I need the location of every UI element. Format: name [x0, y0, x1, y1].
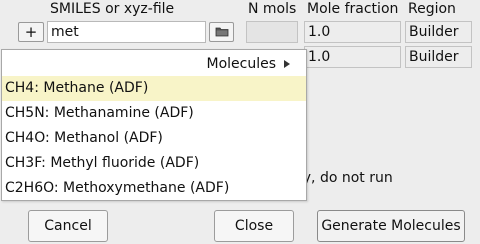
molecule-suggestions-menu: Molecules CH4: Methane (ADF) CH5N: Metha… — [1, 49, 307, 201]
menu-item[interactable]: CH3F: Methyl fluoride (ADF) — [2, 151, 306, 176]
column-header-region: Region — [408, 1, 456, 17]
folder-icon — [215, 25, 229, 40]
generate-molecules-button[interactable]: Generate Molecules — [317, 210, 465, 242]
close-button[interactable]: Close — [214, 210, 294, 242]
add-molecule-button[interactable]: + — [18, 22, 44, 42]
plus-icon: + — [24, 22, 38, 41]
menu-category-molecules[interactable]: Molecules — [2, 52, 306, 76]
smiles-input[interactable]: met — [47, 21, 206, 43]
menu-item[interactable]: CH5N: Methanamine (ADF) — [2, 101, 306, 126]
column-header-smiles: SMILES or xyz-file — [50, 1, 175, 17]
menu-category-label: Molecules — [206, 56, 276, 72]
mole-fraction-field[interactable]: 1.0 — [304, 21, 401, 43]
n-mols-field[interactable] — [246, 21, 298, 43]
column-header-mole-fraction: Mole fraction — [307, 1, 399, 17]
region-field[interactable]: Builder — [405, 46, 472, 68]
chevron-right-icon — [284, 60, 290, 68]
browse-file-button[interactable] — [209, 22, 234, 42]
mole-fraction-field[interactable]: 1.0 — [304, 46, 401, 68]
region-field[interactable]: Builder — [405, 21, 472, 43]
menu-item[interactable]: C2H6O: Methoxymethane (ADF) — [2, 176, 306, 201]
menu-item[interactable]: CH4: Methane (ADF) — [2, 76, 306, 101]
cancel-button[interactable]: Cancel — [28, 210, 108, 242]
menu-item[interactable]: CH4O: Methanol (ADF) — [2, 126, 306, 151]
column-header-n-mols: N mols — [248, 1, 297, 17]
